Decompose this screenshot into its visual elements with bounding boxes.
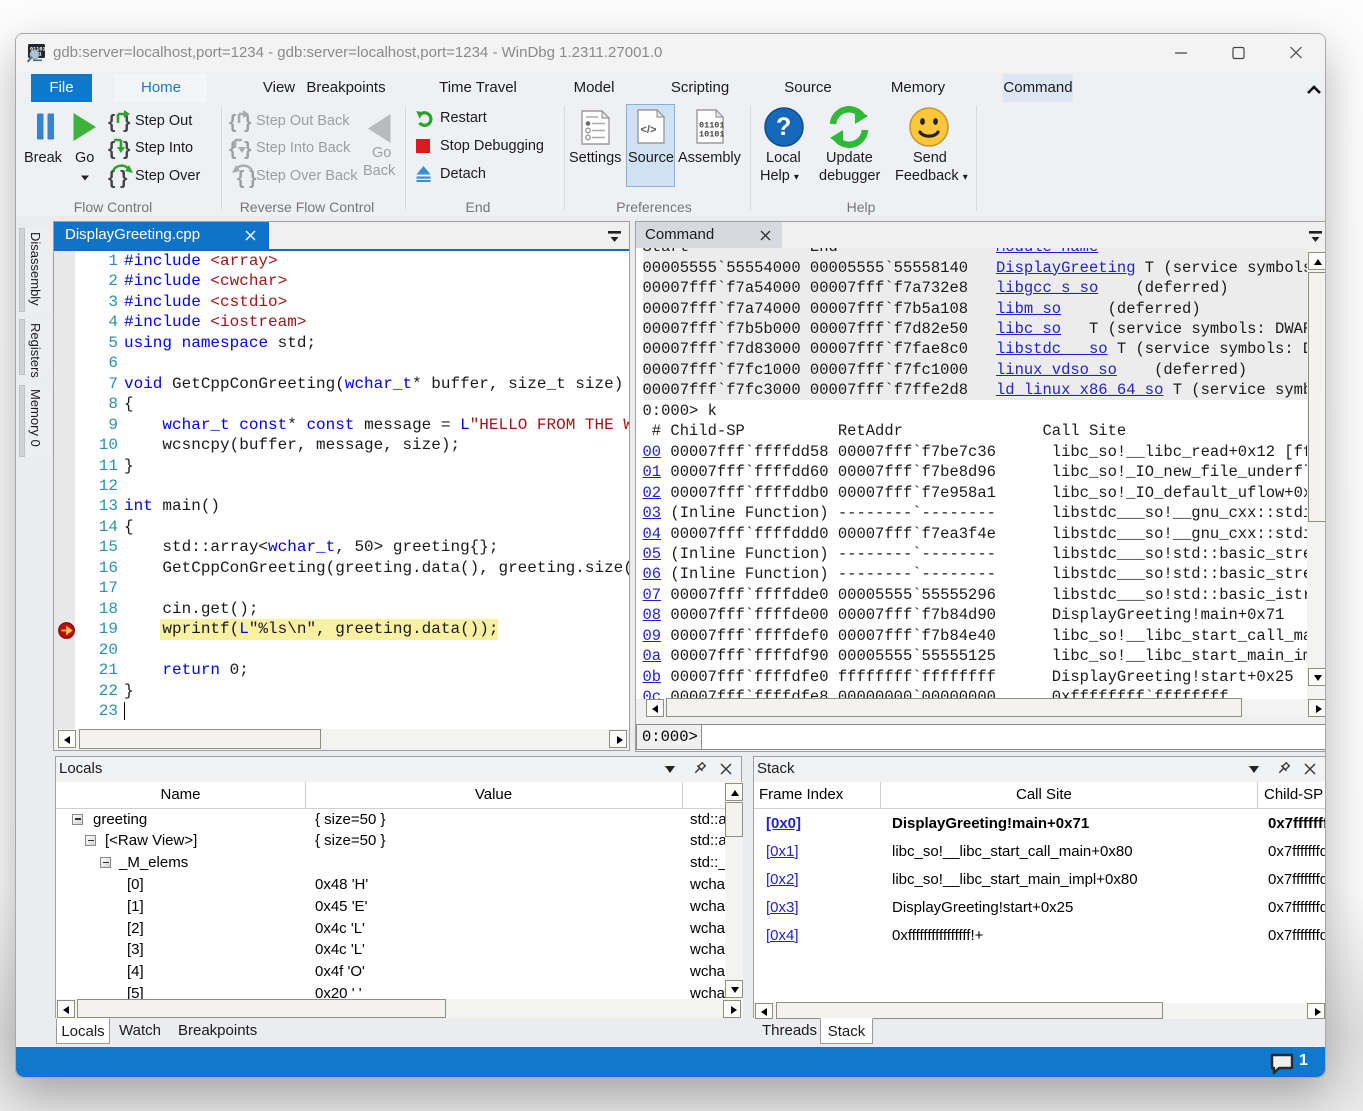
svg-text:</>: </> xyxy=(641,124,657,136)
svg-text:?: ? xyxy=(776,113,791,141)
svg-text:{: { xyxy=(108,112,115,133)
svg-text:10101: 10101 xyxy=(699,130,724,140)
svg-text:}: } xyxy=(123,139,131,160)
svg-text:}: } xyxy=(244,139,252,160)
svg-text:{: { xyxy=(108,139,115,160)
svg-text:{: { xyxy=(229,112,236,133)
